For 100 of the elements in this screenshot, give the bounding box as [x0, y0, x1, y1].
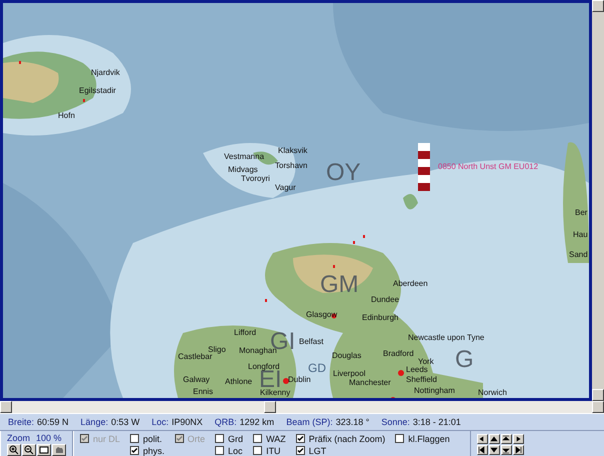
prefix-label: GM — [320, 273, 359, 297]
vertical-scrollbar[interactable] — [592, 0, 604, 401]
prefix-label: G — [455, 348, 474, 372]
place-label: Longford — [248, 363, 280, 371]
prefix-label: GD — [308, 362, 326, 374]
status-label: Sonne: — [381, 417, 410, 427]
checkbox[interactable] — [130, 446, 140, 455]
place-label: Bradford — [383, 350, 414, 358]
nav-top-button[interactable] — [500, 434, 512, 444]
arrow-icon — [478, 446, 486, 454]
checkbox-label: nur DL — [93, 434, 120, 444]
place-label: Vestmanna — [224, 153, 264, 161]
status-label: Breite: — [8, 417, 34, 427]
checkbox-label: WAZ — [266, 434, 286, 444]
nav-right-button[interactable] — [512, 434, 524, 444]
place-label: Newcastle upon Tyne — [408, 334, 484, 342]
place-label: Liverpool — [333, 370, 366, 378]
zoom-in-button[interactable] — [7, 444, 21, 456]
place-label: Sheffield — [406, 376, 437, 384]
arrow-icon — [514, 446, 522, 454]
place-label: Manchester — [349, 379, 391, 387]
status-label: Länge: — [80, 417, 108, 427]
place-label: Monaghan — [239, 347, 277, 355]
status-label: Loc: — [152, 417, 169, 427]
place-label: Aberdeen — [393, 280, 428, 288]
checkbox-label: Loc — [228, 446, 243, 456]
scroll-up-button[interactable] — [592, 0, 604, 12]
place-label: Midvags — [228, 166, 258, 174]
zoom-out-button[interactable] — [22, 444, 36, 456]
arrow-icon — [502, 446, 510, 454]
checkbox[interactable] — [253, 446, 262, 455]
place-label: Hofn — [58, 112, 75, 120]
status-label: QRB: — [214, 417, 237, 427]
zoom-label: Zoom — [7, 433, 30, 443]
checkbox-label: LGT — [308, 446, 326, 456]
place-label: Lifford — [234, 329, 256, 337]
place-label: Tvoroyri — [241, 175, 270, 183]
place-label: Castlebar — [178, 353, 212, 361]
checkbox-label: ITU — [266, 446, 281, 456]
place-label: Sand — [569, 251, 588, 259]
place-label: Athlone — [225, 378, 252, 386]
scroll-down-button[interactable] — [592, 389, 604, 401]
place-label: Galway — [183, 376, 210, 384]
place-label: Norwich — [478, 389, 507, 397]
place-label: Belfast — [299, 338, 324, 346]
place-label: Njardvik — [91, 69, 120, 77]
place-label: Torshavn — [275, 162, 308, 170]
checkbox[interactable] — [296, 446, 305, 455]
checkbox-label: polit. — [143, 434, 162, 444]
scroll-thumb[interactable] — [264, 401, 276, 413]
checkbox[interactable] — [296, 434, 305, 443]
place-label: Edinburgh — [362, 314, 398, 322]
nav-down-button[interactable] — [488, 445, 500, 455]
horizontal-scrollbar[interactable] — [0, 401, 604, 413]
place-label: Vagur — [275, 184, 296, 192]
nav-left-button[interactable] — [476, 434, 488, 444]
status-value: IP90NX — [172, 417, 203, 427]
scroll-left-button[interactable] — [0, 401, 12, 413]
checkbox[interactable] — [395, 434, 404, 443]
nav-first-button[interactable] — [476, 445, 488, 455]
checkbox-label: Grd — [228, 434, 244, 444]
zoom-value: 100 % — [36, 433, 62, 443]
checkbox-label: Orte — [188, 434, 206, 444]
status-value: 0:53 W — [111, 417, 140, 427]
place-label: Dublin — [288, 376, 311, 384]
magnifier-minus-icon — [24, 445, 34, 455]
checkbox-label: kl.Flaggen — [408, 434, 450, 444]
arrow-icon — [514, 435, 522, 443]
nav-last-button[interactable] — [512, 445, 524, 455]
checkbox[interactable] — [215, 446, 224, 455]
checkbox-label: phys. — [143, 446, 165, 456]
place-label: Douglas — [332, 352, 362, 360]
rectangle-icon — [39, 445, 49, 455]
place-label: Ber — [575, 209, 588, 217]
zoom-rect-button[interactable] — [37, 444, 51, 456]
status-value: 3:18 - 21:01 — [412, 417, 461, 427]
lighthouse-label: 0850 North Unst GM EU012 — [438, 163, 538, 171]
place-label: Klaksvik — [278, 147, 308, 155]
place-label: Dundee — [371, 296, 400, 304]
status-label: Beam (SP): — [286, 417, 333, 427]
place-label: Ennis — [193, 388, 214, 396]
place-label: Nottingham — [414, 387, 455, 395]
scroll-right-button[interactable] — [592, 401, 604, 413]
nav-up-button[interactable] — [488, 434, 500, 444]
place-label: Leeds — [406, 366, 428, 374]
checkbox[interactable] — [130, 434, 140, 443]
place-label: Glasgow — [306, 311, 338, 319]
pan-button[interactable] — [52, 444, 66, 456]
place-label: Sligo — [208, 346, 226, 354]
place-label: Egilsstadir — [79, 87, 116, 95]
magnifier-plus-icon — [9, 445, 19, 455]
checkbox[interactable] — [253, 434, 262, 443]
place-label: Hau — [573, 231, 588, 239]
status-value: 60:59 N — [37, 417, 69, 427]
nav-bottom-button[interactable] — [500, 445, 512, 455]
arrow-icon — [502, 435, 510, 443]
checkbox-label: Präfix (nach Zoom) — [308, 434, 386, 444]
status-value: 323.18 ° — [336, 417, 370, 427]
prefix-label: OY — [326, 161, 361, 185]
checkbox[interactable] — [215, 434, 224, 443]
